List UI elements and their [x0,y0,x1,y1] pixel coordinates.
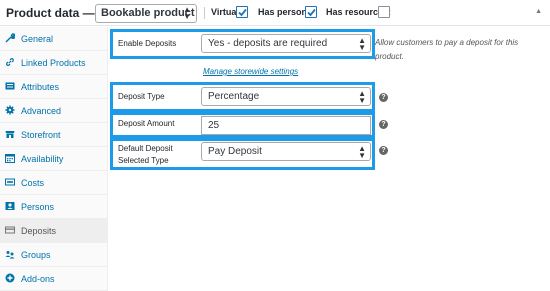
deposit-amount-label: Deposit Amount [118,119,175,128]
product-type-select[interactable]: Bookable product ▲ ▼ [95,4,197,23]
tab-label: Storefront [21,130,61,140]
manage-storewide-settings-link[interactable]: Manage storewide settings [203,67,298,76]
product-data-title: Product data — [6,6,95,20]
tab-label: General [21,34,54,44]
help-icon[interactable]: ? [379,93,388,102]
money-icon [5,178,15,186]
tab-deposits[interactable]: Deposits [0,219,108,243]
tab-persons[interactable]: Persons [0,195,108,219]
header-divider [204,7,205,19]
virtual-checkbox[interactable] [236,6,248,18]
link-icon [6,58,14,66]
gear-icon [5,105,15,115]
groups-icon [5,251,15,259]
list-icon [5,82,15,90]
card-icon [5,226,15,234]
tab-label: Add-ons [21,274,55,284]
plus-circle-icon [5,273,15,283]
tab-groups[interactable]: Groups [0,243,108,267]
checkmark-icon [307,8,316,17]
wrench-icon [5,33,15,43]
tab-costs[interactable]: Costs [0,171,108,195]
deposit-amount-value: 25 [208,120,220,131]
tab-label: Attributes [21,82,60,92]
deposit-type-value: Percentage [208,91,260,102]
enable-deposits-description: Allow customers to pay a deposit for thi… [375,38,519,61]
tab-linked-products[interactable]: Linked Products [0,51,108,75]
enable-deposits-select[interactable]: Yes - deposits are required ▲ ▼ [201,34,371,53]
tab-availability[interactable]: Availability [0,147,108,171]
storefront-icon [5,131,15,138]
tab-add-ons[interactable]: Add-ons [0,267,108,291]
tab-label: Persons [21,202,55,212]
select-arrows-icon: ▲ ▼ [358,144,366,160]
checkmark-icon [238,8,247,17]
resources-checkbox[interactable] [378,6,390,18]
enable-deposits-label: Enable Deposits [118,39,177,48]
deposit-amount-input[interactable]: 25 [201,116,371,135]
select-arrows-icon: ▲ ▼ [358,36,366,52]
help-icon[interactable]: ? [379,146,388,155]
default-deposit-label: Default Deposit Selected Type [118,144,173,165]
product-type-value: Bookable product [101,7,195,19]
tab-label: Costs [21,178,45,188]
tab-storefront[interactable]: Storefront [0,123,108,147]
collapse-triangle-icon[interactable]: ▲ [535,8,542,15]
tab-advanced[interactable]: Advanced [0,99,108,123]
product-data-header: Product data — Bookable product ▲ ▼ Virtu… [0,0,550,26]
default-deposit-value: Pay Deposit [208,146,262,157]
calendar-icon [5,154,15,163]
tab-label: Groups [21,250,51,260]
deposit-type-label: Deposit Type [118,92,165,101]
tab-label: Linked Products [21,58,86,68]
default-deposit-select[interactable]: Pay Deposit ▲ ▼ [201,142,371,161]
select-arrows-icon: ▲ ▼ [183,5,191,21]
persons-checkbox[interactable] [305,6,317,18]
tab-general[interactable]: General [0,27,108,51]
persons-icon [5,202,15,210]
select-arrows-icon: ▲ ▼ [358,89,366,105]
tab-label: Advanced [21,106,62,116]
deposit-type-select[interactable]: Percentage ▲ ▼ [201,87,371,106]
tab-label: Availability [21,154,64,164]
tab-attributes[interactable]: Attributes [0,75,108,99]
help-icon[interactable]: ? [379,120,388,129]
tab-label: Deposits [21,226,57,236]
enable-deposits-value: Yes - deposits are required [208,38,328,49]
product-data-tabs: General Linked Products Attributes Advan… [0,27,108,291]
